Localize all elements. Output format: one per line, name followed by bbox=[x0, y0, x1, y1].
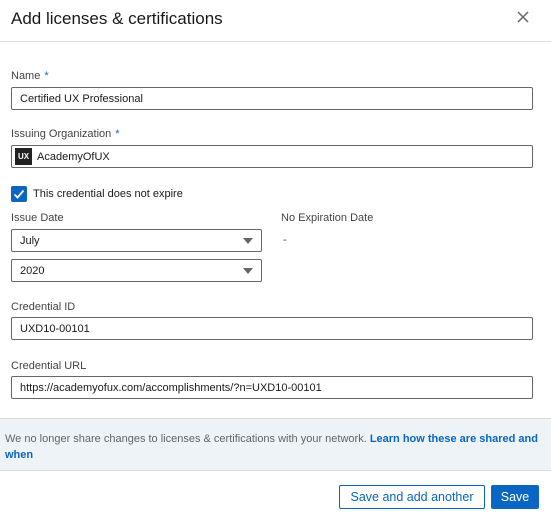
issue-year-select[interactable]: 2020 bbox=[11, 259, 262, 282]
credential-id-value: UXD10-00101 bbox=[20, 322, 90, 335]
check-icon bbox=[13, 189, 25, 199]
no-expire-checkbox[interactable] bbox=[11, 186, 27, 202]
notice-text: We no longer share changes to licenses &… bbox=[5, 433, 370, 445]
close-button[interactable] bbox=[513, 7, 533, 27]
header-divider bbox=[0, 41, 551, 42]
org-value: AcademyOfUX bbox=[37, 150, 110, 163]
name-label: Name * bbox=[11, 70, 49, 82]
org-input[interactable]: UX AcademyOfUX bbox=[11, 145, 533, 168]
name-input[interactable]: Certified UX Professional bbox=[11, 87, 533, 110]
credential-url-label: Credential URL bbox=[11, 360, 87, 372]
credential-url-input[interactable]: https://academyofux.com/accomplishments/… bbox=[11, 376, 533, 399]
credential-url-value: https://academyofux.com/accomplishments/… bbox=[20, 381, 322, 394]
org-logo: UX bbox=[15, 148, 32, 165]
sharing-notice: We no longer share changes to licenses &… bbox=[0, 418, 551, 471]
save-and-add-another-button[interactable]: Save and add another bbox=[339, 485, 485, 509]
expiration-label: No Expiration Date bbox=[281, 212, 374, 224]
chevron-down-icon bbox=[243, 267, 253, 274]
save-button[interactable]: Save bbox=[491, 485, 539, 509]
name-value: Certified UX Professional bbox=[20, 92, 143, 105]
issue-date-label: Issue Date bbox=[11, 212, 64, 224]
issue-month-select[interactable]: July bbox=[11, 229, 262, 252]
org-label: Issuing Organization * bbox=[11, 128, 120, 140]
no-expire-label: This credential does not expire bbox=[33, 188, 183, 200]
dialog-title: Add licenses & certifications bbox=[11, 9, 223, 28]
credential-id-label: Credential ID bbox=[11, 301, 76, 313]
year-value: 2020 bbox=[20, 264, 45, 277]
expiration-value: - bbox=[283, 234, 287, 246]
close-icon bbox=[517, 11, 529, 23]
month-value: July bbox=[20, 234, 40, 247]
credential-id-input[interactable]: UXD10-00101 bbox=[11, 317, 533, 340]
chevron-down-icon bbox=[243, 237, 253, 244]
